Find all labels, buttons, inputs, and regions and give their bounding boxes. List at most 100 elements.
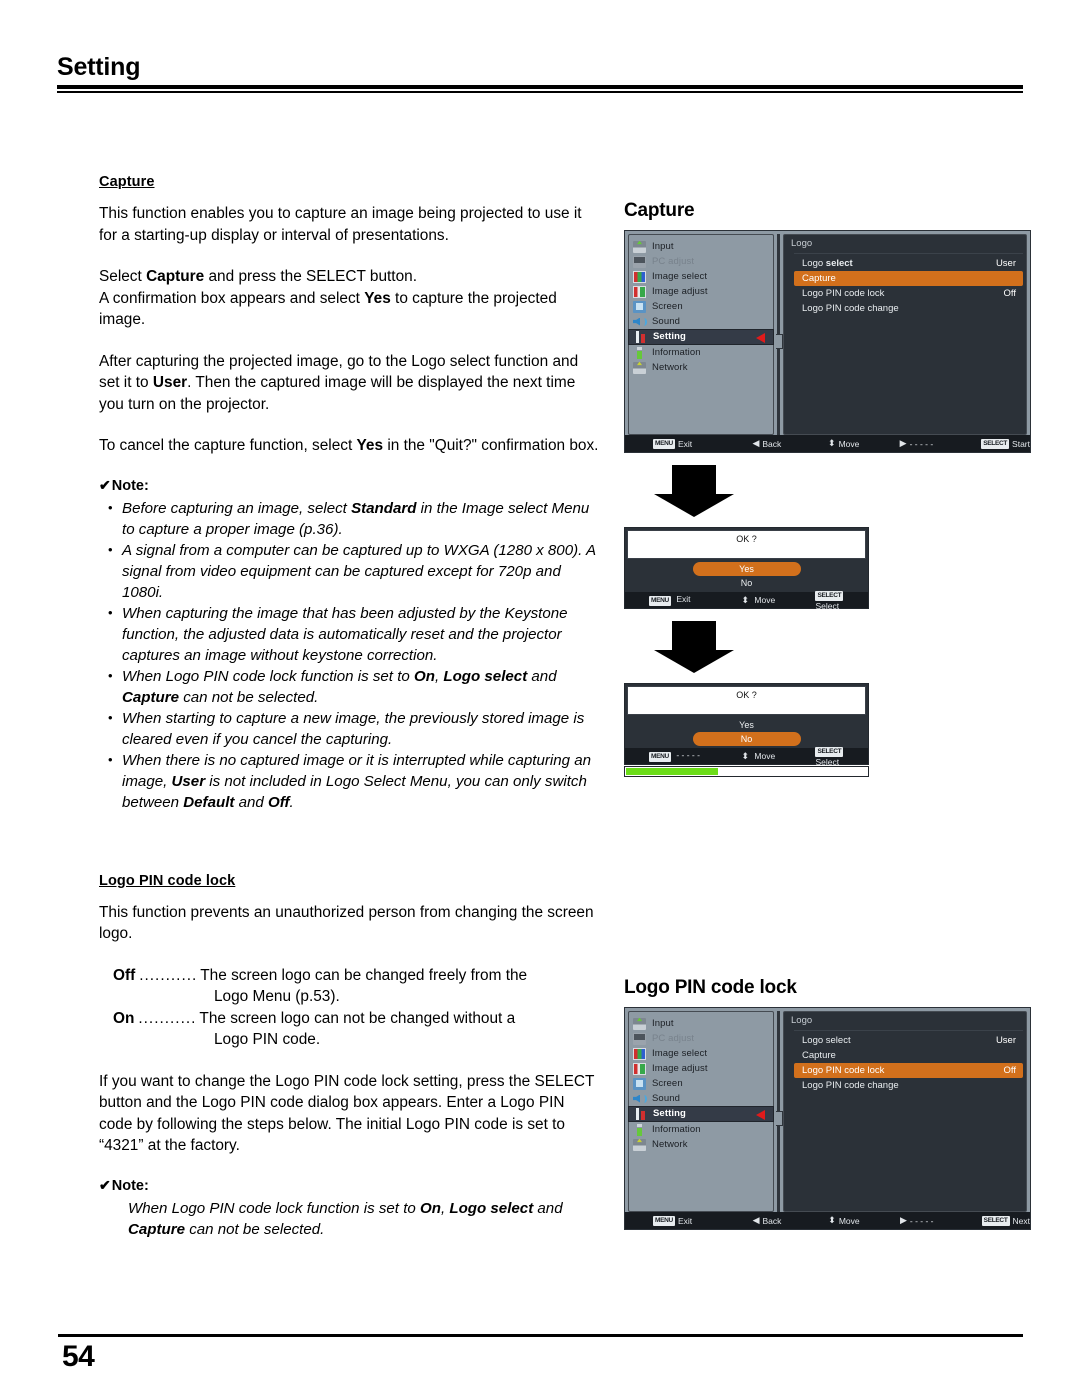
sidebar-item-label: Information	[652, 1123, 701, 1135]
definition-desc-cont: Logo PIN code.	[214, 1031, 321, 1048]
dialog-footer-bar: MENU Exit ⬍ Move SELECT Select	[625, 589, 868, 611]
capture-note-list: Before capturing an image, select Standa…	[99, 497, 599, 813]
footer-back[interactable]: ◀ Back	[753, 1216, 829, 1226]
dialog-option-label: No	[740, 733, 753, 744]
footer-start[interactable]: SELECT Start	[981, 438, 1030, 449]
footer-move[interactable]: ⬍ Move	[828, 1216, 900, 1226]
image-adjust-icon	[633, 285, 646, 298]
osd-sidebar: Input PC adjust Image select Image adjus…	[628, 1011, 774, 1212]
flow-arrow-down-icon	[654, 621, 734, 673]
sidebar-item-network[interactable]: Network	[629, 1137, 773, 1152]
footer-right[interactable]: ▶ - - - - -	[900, 1216, 982, 1226]
footer-label: Start	[1012, 438, 1030, 449]
page-number: 54	[62, 1340, 95, 1373]
sidebar-item-input[interactable]: Input	[629, 239, 773, 254]
sidebar-item-label: Image select	[652, 1047, 708, 1059]
option-row-logo-pin-code-lock[interactable]: Logo PIN code lock Off	[794, 1063, 1023, 1078]
option-row-logo-select[interactable]: Logo select User	[794, 1033, 1023, 1048]
dialog-option-yes[interactable]: Yes	[625, 718, 868, 732]
option-label: Logo PIN code change	[802, 302, 899, 314]
flow-arrow-down-icon	[654, 465, 734, 517]
dialog-option-yes[interactable]: Yes	[692, 562, 801, 576]
definition-desc-cont: Logo Menu (p.53).	[214, 988, 340, 1005]
footer-exit[interactable]: MENU Exit	[631, 438, 752, 449]
definition-term: On	[113, 1009, 135, 1027]
sidebar-item-information[interactable]: Information	[629, 1122, 773, 1137]
option-row-capture[interactable]: Capture	[794, 271, 1023, 286]
sidebar-item-image-adjust[interactable]: Image adjust	[629, 1061, 773, 1076]
sidebar-item-network[interactable]: Network	[629, 360, 773, 375]
sidebar-item-label: Image adjust	[652, 285, 708, 297]
sidebar-item-screen[interactable]: Screen	[629, 1076, 773, 1091]
option-row-logo-pin-code-change[interactable]: Logo PIN code change	[794, 1078, 1023, 1093]
osd-panel-title: Logo	[791, 1015, 813, 1026]
option-row-capture[interactable]: Capture	[794, 1048, 1023, 1063]
logo-pin-definitions: Off ........... The screen logo can be c…	[99, 965, 599, 1051]
footer-move[interactable]: ⬍ Move	[828, 439, 900, 449]
footer-move[interactable]: ⬍ Move	[741, 595, 815, 605]
menu-badge-icon: MENU	[649, 752, 671, 762]
option-row-logo-pin-code-lock[interactable]: Logo PIN code lock Off	[794, 286, 1023, 301]
sidebar-item-sound[interactable]: Sound	[629, 314, 773, 329]
footer-exit[interactable]: MENU Exit	[631, 594, 741, 606]
divider-bracket	[776, 334, 783, 349]
sidebar-item-label: Input	[652, 240, 674, 252]
sidebar-item-pc-adjust[interactable]: PC adjust	[629, 1031, 773, 1046]
sidebar-item-pc-adjust[interactable]: PC adjust	[629, 254, 773, 269]
footer-label: - - - - -	[676, 750, 700, 760]
osd-option-pane: Logo Logo select User Capture Logo PIN c…	[783, 1011, 1027, 1212]
sidebar-item-sound[interactable]: Sound	[629, 1091, 773, 1106]
option-row-logo-pin-code-change[interactable]: Logo PIN code change	[794, 301, 1023, 316]
sound-icon	[633, 1093, 647, 1105]
image-select-icon	[633, 270, 646, 283]
sidebar-item-label: Setting	[653, 331, 686, 342]
sidebar-item-label: Screen	[652, 1077, 683, 1089]
option-value: User	[995, 257, 1016, 269]
sidebar-item-image-select[interactable]: Image select	[629, 269, 773, 284]
select-badge-icon: SELECT	[815, 747, 844, 757]
footer-next[interactable]: SELECT Next	[981, 1215, 1030, 1226]
footer-label: Move	[754, 751, 776, 761]
dialog-option-label: No	[740, 577, 753, 588]
footer-label: Exit	[676, 594, 691, 604]
up-down-arrow-icon: ⬍	[741, 595, 750, 605]
logo-pin-paragraph: If you want to change the Logo PIN code …	[99, 1072, 595, 1155]
check-icon: ✔	[99, 476, 111, 493]
information-icon	[633, 1123, 646, 1136]
footer-select[interactable]: SELECT Select	[815, 745, 868, 767]
osd-panel-title: Logo	[791, 238, 813, 249]
footer-right[interactable]: ▶ - - - - -	[900, 439, 982, 449]
option-row-logo-select[interactable]: Logo select User	[794, 256, 1023, 271]
footer-select[interactable]: SELECT Select	[815, 589, 868, 611]
footer-move[interactable]: ⬍ Move	[741, 751, 815, 761]
list-item: When there is no captured image or it is…	[99, 749, 599, 813]
up-down-arrow-icon: ⬍	[828, 1215, 836, 1225]
option-value: User	[995, 1034, 1016, 1046]
footer-menu[interactable]: MENU - - - - -	[631, 750, 741, 762]
footer-label: Back	[762, 438, 782, 449]
sidebar-item-label: PC adjust	[652, 255, 695, 267]
check-icon: ✔	[99, 1176, 111, 1193]
sidebar-item-input[interactable]: Input	[629, 1016, 773, 1031]
dialog-option-no[interactable]: No	[692, 732, 801, 746]
sidebar-item-image-select[interactable]: Image select	[629, 1046, 773, 1061]
sidebar-item-setting[interactable]: Setting	[628, 329, 774, 345]
note-label-text: Note:	[111, 477, 149, 494]
logo-pin-heading: Logo PIN code lock	[99, 872, 236, 889]
footer-back[interactable]: ◀ Back	[752, 439, 828, 449]
select-badge-icon: SELECT	[981, 438, 1010, 449]
capture-progress-bar	[624, 766, 869, 777]
sidebar-item-image-adjust[interactable]: Image adjust	[629, 284, 773, 299]
dialog-option-no[interactable]: No	[625, 576, 868, 590]
sidebar-item-label: Screen	[652, 300, 683, 312]
sidebar-item-screen[interactable]: Screen	[629, 299, 773, 314]
footer-exit[interactable]: MENU Exit	[631, 1215, 753, 1226]
osd-menu-capture: Input PC adjust Image select Image adjus…	[624, 230, 1031, 453]
sidebar-item-information[interactable]: Information	[629, 345, 773, 360]
sidebar-item-setting[interactable]: Setting	[628, 1106, 774, 1122]
logo-pin-figure-title: Logo PIN code lock	[624, 977, 797, 998]
menu-badge-icon: MENU	[649, 596, 671, 606]
sidebar-item-label: PC adjust	[652, 1032, 695, 1044]
sidebar-item-label: Information	[652, 346, 701, 358]
page-title: Setting	[57, 53, 141, 81]
